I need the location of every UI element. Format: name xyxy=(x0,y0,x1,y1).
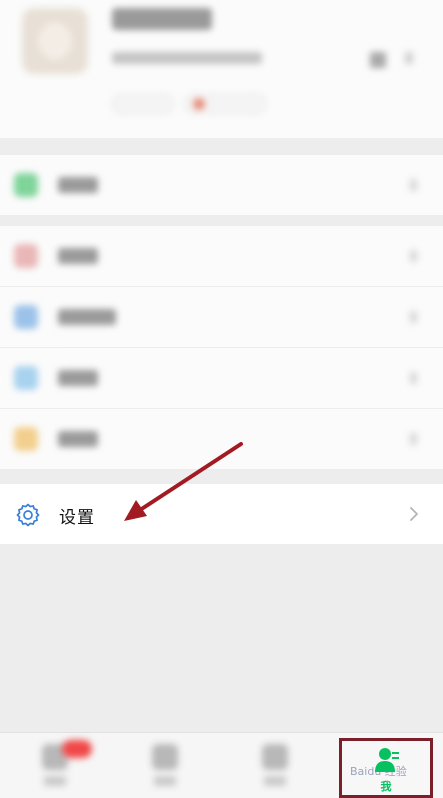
menu-item-label xyxy=(58,177,98,193)
tab-me[interactable]: Baidu 经验 我 xyxy=(339,738,433,798)
contacts-icon xyxy=(152,744,178,770)
tab-chats[interactable] xyxy=(0,732,110,798)
menu-item-moments[interactable] xyxy=(0,287,443,347)
chevron-right-icon xyxy=(410,433,417,445)
account-id xyxy=(112,52,262,64)
chevron-right-icon xyxy=(410,179,417,191)
menu-item-favorites[interactable] xyxy=(0,226,443,286)
menu-item-label xyxy=(58,309,116,325)
tab-label xyxy=(264,776,286,786)
tab-contacts[interactable] xyxy=(110,732,220,798)
unread-badge xyxy=(62,740,92,758)
tab-label xyxy=(154,776,176,786)
chevron-right-icon xyxy=(410,250,417,262)
profile-header[interactable] xyxy=(0,0,443,138)
cards-icon xyxy=(14,366,38,390)
avatar[interactable] xyxy=(22,8,88,74)
stickers-icon xyxy=(14,427,38,451)
tab-label xyxy=(44,776,66,786)
menu-item-stickers[interactable] xyxy=(0,409,443,469)
qr-code-icon[interactable] xyxy=(370,52,386,68)
moments-icon xyxy=(14,305,38,329)
chevron-right-icon xyxy=(410,372,417,384)
friends-status-button[interactable] xyxy=(184,94,266,114)
menu-item-cards[interactable] xyxy=(0,348,443,408)
person-icon xyxy=(375,748,399,772)
favorites-icon xyxy=(14,244,38,268)
status-button[interactable] xyxy=(112,94,174,114)
menu-item-services[interactable] xyxy=(0,155,443,215)
nickname xyxy=(112,8,212,30)
menu-item-settings[interactable]: 设置 xyxy=(0,484,443,544)
menu-item-label xyxy=(58,431,98,447)
settings-label: 设置 xyxy=(59,508,95,528)
menu-item-label xyxy=(58,248,98,264)
menu-item-label xyxy=(58,370,98,386)
discover-icon xyxy=(262,744,288,770)
gear-icon xyxy=(16,503,40,527)
chevron-right-icon xyxy=(410,311,417,323)
chevron-right-icon xyxy=(405,52,413,64)
services-icon xyxy=(14,173,38,197)
tab-me-label: 我 xyxy=(380,780,392,793)
tab-discover[interactable] xyxy=(220,732,330,798)
chevron-right-icon xyxy=(410,507,418,521)
